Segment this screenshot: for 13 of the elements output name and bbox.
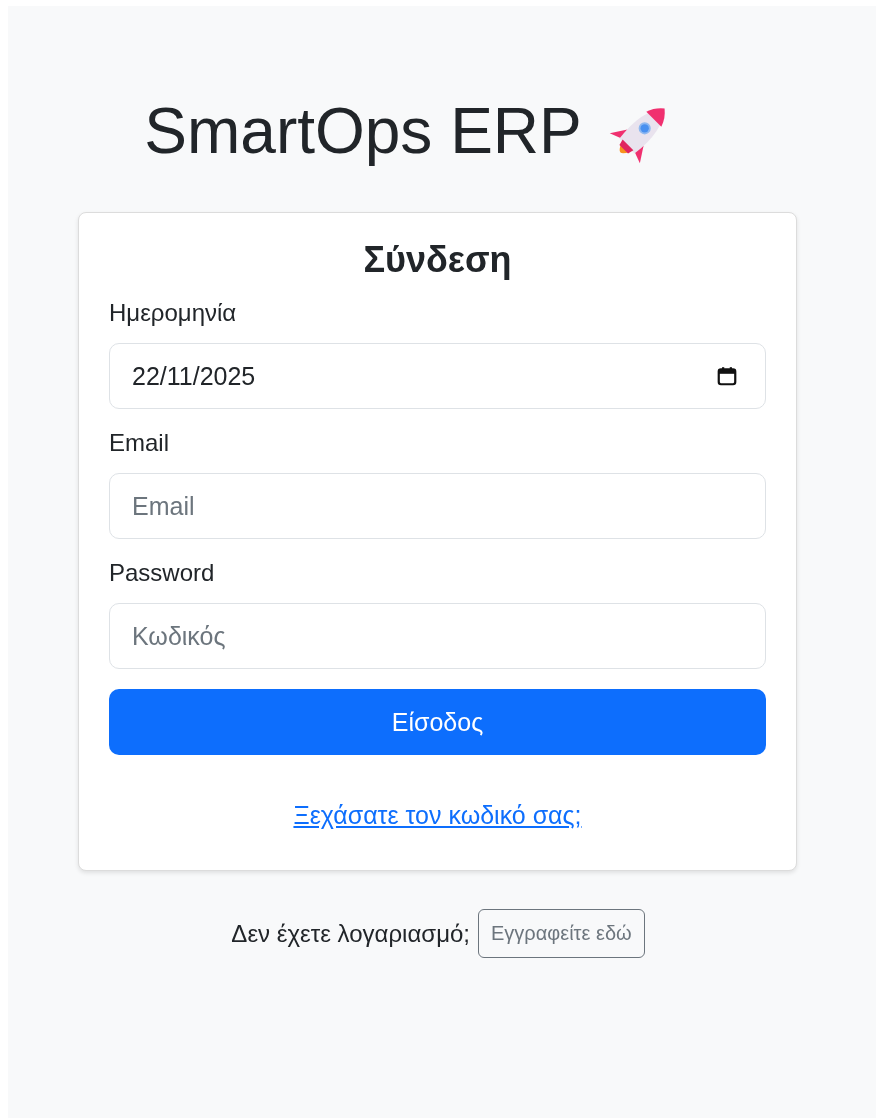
field-label: Password xyxy=(109,559,216,587)
login-button[interactable]: Είσοδος xyxy=(109,689,766,755)
app-title: SmartOps ERP xyxy=(144,94,582,168)
password-field[interactable]: Κωδικός xyxy=(109,603,766,669)
email-field[interactable]: Email xyxy=(109,473,766,539)
card-heading: Σύνδεση xyxy=(362,239,513,281)
calendar-icon[interactable] xyxy=(716,365,738,387)
date-field[interactable]: 22/11/2025 xyxy=(109,343,766,409)
field-label: Ημερομηνία xyxy=(109,299,238,327)
signup-prompt: Δεν έχετε λογαριασμό; xyxy=(231,919,470,948)
signup-button[interactable]: Εγγραφείτε εδώ xyxy=(478,909,645,958)
field-label: Email xyxy=(109,429,170,457)
forgot-password-link[interactable]: Ξεχάσατε τον κωδικό σας; xyxy=(293,801,582,829)
